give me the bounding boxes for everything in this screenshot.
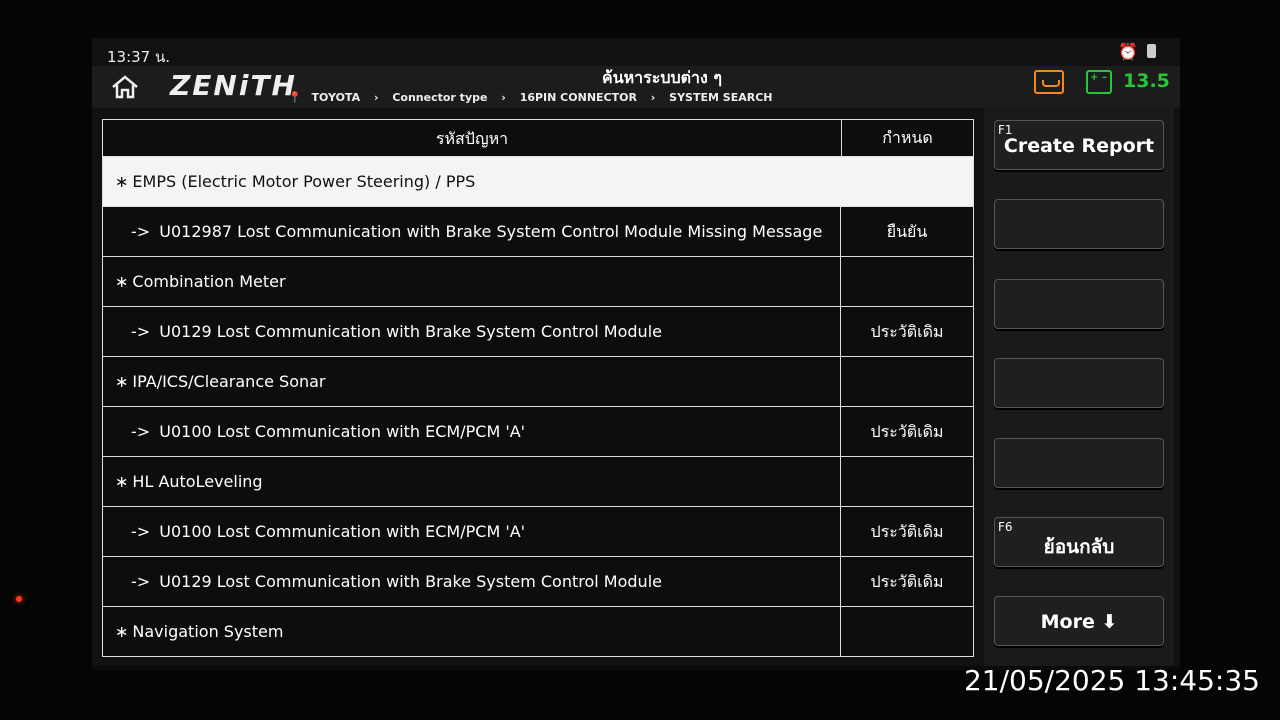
- system-name-cell: ∗ EMPS (Electric Motor Power Steering) / …: [103, 157, 841, 206]
- status-cell: ประวัติเดิม: [870, 522, 944, 541]
- status-cell: ประวัติเดิม: [870, 422, 944, 441]
- arrow-marker: ->: [131, 222, 151, 241]
- create-report-button[interactable]: F1 Create Report: [994, 120, 1164, 170]
- car-battery-icon: [1086, 70, 1112, 94]
- function-button-f3[interactable]: [994, 279, 1164, 329]
- status-bar: 13:37 น. ⏰: [92, 38, 1180, 66]
- dtc-code-cell: -> U0129 Lost Communication with Brake S…: [103, 307, 841, 356]
- column-header-status: กำหนด: [882, 128, 933, 147]
- status-cell: [841, 157, 973, 206]
- page-title: ค้นหาระบบต่าง ๆ: [601, 68, 723, 87]
- table-row[interactable]: -> U0100 Lost Communication with ECM/PCM…: [102, 507, 974, 557]
- battery-icon: [1147, 44, 1156, 58]
- voice-record-icon[interactable]: [1034, 70, 1064, 94]
- asterisk-marker: ∗: [115, 622, 129, 641]
- table-row[interactable]: ∗ Navigation System: [102, 607, 974, 657]
- more-button[interactable]: More ⬇: [994, 596, 1164, 646]
- asterisk-marker: ∗: [115, 272, 129, 291]
- red-indicator-light: [16, 596, 22, 602]
- table-row[interactable]: ∗ EMPS (Electric Motor Power Steering) / …: [102, 157, 974, 207]
- row-text: EMPS (Electric Motor Power Steering) / P…: [132, 172, 476, 191]
- breadcrumb: 📍 TOYOTA › Connector type › 16PIN CONNEC…: [288, 90, 772, 104]
- table-row[interactable]: -> U0100 Lost Communication with ECM/PCM…: [102, 407, 974, 457]
- alarm-icon: ⏰: [1118, 42, 1138, 61]
- table-header: รหัสปัญหา กำหนด: [102, 119, 974, 157]
- zenith-logo: ZENiTH: [170, 69, 297, 102]
- dtc-code-cell: -> U012987 Lost Communication with Brake…: [103, 207, 841, 256]
- chevron-right-icon: ›: [650, 90, 656, 104]
- arrow-marker: ->: [131, 572, 151, 591]
- asterisk-marker: ∗: [115, 472, 129, 491]
- status-cell: [841, 607, 973, 656]
- row-text: U0129 Lost Communication with Brake Syst…: [159, 322, 662, 341]
- row-text: U0100 Lost Communication with ECM/PCM 'A…: [159, 422, 526, 441]
- back-button[interactable]: F6 ย้อนกลับ: [994, 517, 1164, 567]
- breadcrumb-item[interactable]: 16PIN CONNECTOR: [520, 91, 637, 104]
- home-icon[interactable]: [110, 74, 140, 100]
- status-cell: [841, 357, 973, 406]
- more-label: More ⬇: [1040, 611, 1118, 633]
- column-header-code: รหัสปัญหา: [103, 120, 842, 156]
- row-text: U012987 Lost Communication with Brake Sy…: [159, 222, 823, 241]
- create-report-label: Create Report: [1003, 135, 1155, 157]
- back-label: ย้อนกลับ: [1043, 536, 1115, 558]
- chevron-right-icon: ›: [373, 90, 379, 104]
- device-screen: 13:37 น. ⏰ ZENiTH ค้นหาระบบต่าง ๆ 📍 TOYO…: [92, 38, 1180, 670]
- asterisk-marker: ∗: [115, 172, 129, 191]
- table-row[interactable]: -> U0129 Lost Communication with Brake S…: [102, 307, 974, 357]
- asterisk-marker: ∗: [115, 372, 129, 391]
- row-text: Navigation System: [132, 622, 284, 641]
- status-cell: ประวัติเดิม: [870, 572, 944, 591]
- table-row[interactable]: ∗ HL AutoLeveling: [102, 457, 974, 507]
- status-cell: ประวัติเดิม: [870, 322, 944, 341]
- function-button-f2[interactable]: [994, 199, 1164, 249]
- location-pin-icon: 📍: [288, 90, 302, 104]
- arrow-marker: ->: [131, 322, 151, 341]
- voltage-readout: 13.5: [1123, 70, 1170, 92]
- row-text: U0100 Lost Communication with ECM/PCM 'A…: [159, 522, 526, 541]
- system-name-cell: ∗ HL AutoLeveling: [103, 457, 841, 506]
- dtc-table: รหัสปัญหา กำหนด ∗ EMPS (Electric Motor Po…: [102, 119, 974, 665]
- function-button-f5[interactable]: [994, 438, 1164, 488]
- row-text: U0129 Lost Communication with Brake Syst…: [159, 572, 662, 591]
- chevron-right-icon: ›: [501, 90, 506, 104]
- app-header: ZENiTH ค้นหาระบบต่าง ๆ 📍 TOYOTA › Connec…: [92, 66, 1180, 108]
- status-cell: ยืนยัน: [886, 222, 928, 241]
- dtc-code-cell: -> U0100 Lost Communication with ECM/PCM…: [103, 507, 841, 556]
- breadcrumb-item[interactable]: SYSTEM SEARCH: [669, 91, 772, 104]
- table-row[interactable]: ∗ Combination Meter: [102, 257, 974, 307]
- arrow-marker: ->: [131, 522, 151, 541]
- table-row[interactable]: ∗ IPA/ICS/Clearance Sonar: [102, 357, 974, 407]
- system-name-cell: ∗ Combination Meter: [103, 257, 841, 306]
- function-key-sidebar: F1 Create Report F6 ย้อนกลับ More ⬇: [984, 108, 1174, 668]
- dtc-code-cell: -> U0129 Lost Communication with Brake S…: [103, 557, 841, 606]
- breadcrumb-item[interactable]: TOYOTA: [312, 91, 361, 104]
- status-cell: [841, 257, 973, 306]
- photo-timestamp: 21/05/2025 13:45:35: [963, 664, 1260, 697]
- row-text: Combination Meter: [132, 272, 286, 291]
- table-row[interactable]: -> U012987 Lost Communication with Brake…: [102, 207, 974, 257]
- system-name-cell: ∗ IPA/ICS/Clearance Sonar: [103, 357, 841, 406]
- row-text: IPA/ICS/Clearance Sonar: [132, 372, 326, 391]
- status-cell: [841, 457, 973, 506]
- arrow-marker: ->: [131, 422, 151, 441]
- function-button-f4[interactable]: [994, 358, 1164, 408]
- breadcrumb-item[interactable]: Connector type: [392, 91, 487, 104]
- system-name-cell: ∗ Navigation System: [103, 607, 841, 656]
- table-row[interactable]: -> U0129 Lost Communication with Brake S…: [102, 557, 974, 607]
- row-text: HL AutoLeveling: [132, 472, 263, 491]
- dtc-code-cell: -> U0100 Lost Communication with ECM/PCM…: [103, 407, 841, 456]
